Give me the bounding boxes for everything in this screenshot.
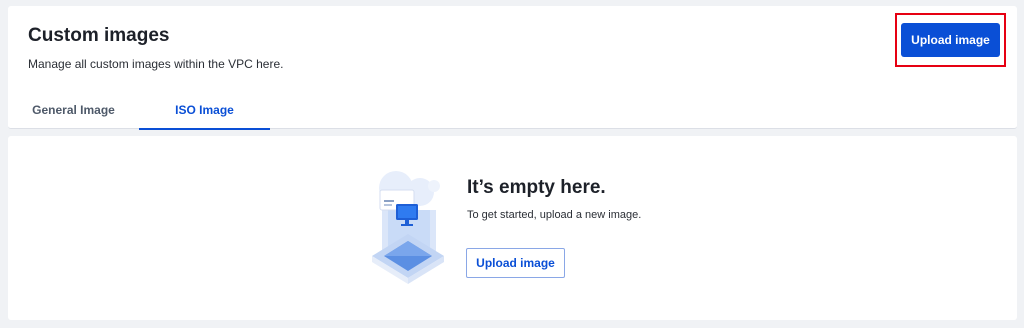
empty-state-panel: It’s empty here. To get started, upload … xyxy=(8,136,1017,320)
tab-general-image[interactable]: General Image xyxy=(8,90,139,129)
page-title: Custom images xyxy=(28,25,170,46)
empty-state-title: It’s empty here. xyxy=(467,177,606,198)
empty-state-description: To get started, upload a new image. xyxy=(467,209,642,221)
tab-iso-image[interactable]: ISO Image xyxy=(139,90,270,130)
page-subtitle: Manage all custom images within the VPC … xyxy=(28,57,284,71)
empty-state-upload-button[interactable]: Upload image xyxy=(466,248,565,278)
empty-image-illustration-icon xyxy=(372,171,444,284)
upload-image-button[interactable]: Upload image xyxy=(901,23,1000,57)
image-tabs: General Image ISO Image xyxy=(8,90,270,130)
page-header: Custom images Manage all custom images w… xyxy=(8,6,1017,130)
